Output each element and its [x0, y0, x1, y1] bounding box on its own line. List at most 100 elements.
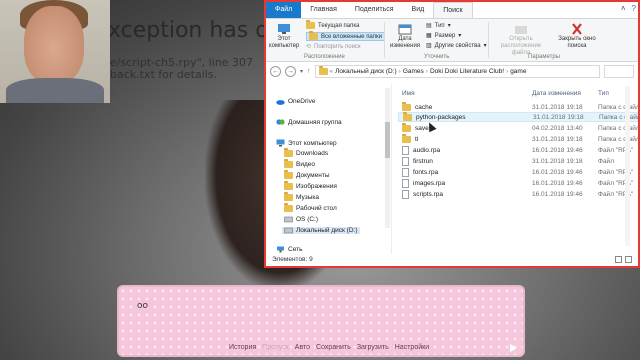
ribbon-tabs: Файл Главная Поделиться Вид Поиск ˄ ?	[266, 2, 638, 18]
file-date: 31.01.2018 19:18	[532, 157, 583, 165]
open-location-button[interactable]: Открыть расположение файла	[492, 21, 550, 57]
large-icons-view-icon[interactable]	[625, 256, 632, 263]
breadcrumb-separator: ›	[425, 67, 428, 75]
current-folder-button[interactable]: Текущая папка	[306, 20, 359, 29]
file-explorer-window[interactable]: Файл Главная Поделиться Вид Поиск ˄ ? Эт…	[264, 0, 640, 268]
nav-item-network[interactable]: Сеть	[276, 246, 302, 253]
column-header-date[interactable]: Дата изменения	[532, 90, 581, 97]
all-subfolders-button[interactable]: Все вложенные папки	[306, 31, 385, 41]
column-header-name[interactable]: Имя	[402, 90, 415, 97]
other-props-button[interactable]: ▥ Другие свойства ▾	[426, 42, 487, 50]
network-icon	[277, 246, 284, 253]
search-again-button[interactable]: ⟲ Повторить поиск	[306, 43, 361, 51]
folder-icon	[284, 192, 293, 201]
nav-label: Домашняя группа	[288, 118, 342, 126]
status-bar: Элементов: 9	[266, 254, 638, 266]
file-icon	[402, 189, 409, 199]
quick-menu-load[interactable]: Загрузить	[357, 344, 389, 351]
nav-item-onedrive[interactable]: OneDrive	[276, 98, 315, 105]
nav-scrollbar-thumb[interactable]	[385, 122, 390, 158]
breadcrumb-games[interactable]: Games	[403, 68, 424, 75]
file-row[interactable]: cache 31.01.2018 19:18 Папка с файлами	[398, 101, 640, 112]
window-controls: ˄ ?	[621, 4, 636, 13]
file-date: 31.01.2018 19:18	[533, 113, 584, 121]
tab-search[interactable]: Поиск	[433, 2, 473, 18]
breadcrumb-game[interactable]: game	[510, 68, 526, 75]
tab-home[interactable]: Главная	[301, 2, 346, 18]
nav-item-drive-d[interactable]: Локальный диск (D:)	[282, 227, 360, 234]
nav-item-videos[interactable]: Видео	[284, 159, 315, 168]
nav-item-desktop[interactable]: Рабочий стол	[284, 203, 337, 212]
history-dropdown-icon[interactable]: ▾	[300, 68, 303, 75]
file-date: 16.01.2018 19:46	[532, 146, 583, 154]
continue-arrow-icon[interactable]	[510, 344, 517, 352]
address-bar[interactable]: « Локальный диск (D:) › Games › Doki Dok…	[314, 64, 600, 78]
quick-menu-skip[interactable]: Пропуск	[262, 344, 289, 351]
size-button[interactable]: ▦ Размер ▾	[426, 32, 462, 40]
change-date-button[interactable]: Дата изменения	[388, 21, 422, 50]
up-arrow-icon[interactable]: ↑	[307, 68, 311, 75]
file-row[interactable]: firstrun 31.01.2018 19:18 Файл	[398, 156, 638, 166]
file-name: fonts.rpa	[413, 168, 439, 176]
folder-icon	[402, 101, 411, 111]
search-input[interactable]	[604, 64, 634, 78]
type-button[interactable]: ▤ Тип ▾	[426, 22, 451, 30]
file-row[interactable]: fonts.rpa 16.01.2018 19:46 Файл "RPA"	[398, 167, 638, 177]
tab-file[interactable]: Файл	[266, 2, 302, 18]
help-icon[interactable]: ?	[632, 4, 636, 13]
tab-share[interactable]: Поделиться	[346, 2, 403, 18]
column-header-type[interactable]: Тип	[598, 90, 609, 97]
quick-menu: История Пропуск Авто Сохранить Загрузить…	[229, 344, 429, 351]
nav-item-documents[interactable]: Документы	[284, 170, 330, 179]
back-button[interactable]: ←	[270, 65, 281, 77]
folder-icon	[309, 31, 318, 40]
size-icon: ▦	[426, 33, 432, 39]
file-row[interactable]: scripts.rpa 16.01.2018 19:46 Файл "RPA"	[398, 189, 638, 199]
group-refine-label: Уточнить	[424, 54, 450, 60]
file-date: 04.02.2018 13:40	[532, 124, 583, 132]
quick-menu-settings[interactable]: Настройки	[395, 344, 429, 351]
drive-icon	[284, 227, 293, 234]
nav-item-pictures[interactable]: Изображения	[284, 181, 337, 190]
file-list: Имя Дата изменения Тип cache 31.01.2018 …	[396, 84, 638, 254]
file-row[interactable]: images.rpa 16.01.2018 19:46 Файл "RPA"	[398, 178, 638, 188]
close-search-button[interactable]: Закрыть окно поиска	[556, 21, 598, 50]
nav-label: Локальный диск (D:)	[296, 227, 358, 234]
folder-icon	[284, 181, 293, 190]
nav-item-this-pc[interactable]: Этот компьютер	[276, 139, 337, 147]
file-row[interactable]: audio.rpa 16.01.2018 19:46 Файл "RPA"	[398, 145, 638, 155]
details-view-icon[interactable]	[615, 256, 622, 263]
chevron-up-icon[interactable]: ˄	[621, 4, 626, 13]
nav-item-drive-c[interactable]: OS (C:)	[284, 216, 318, 223]
computer-icon	[278, 24, 290, 34]
group-location-label: Расположение	[304, 54, 345, 60]
file-icon	[402, 145, 409, 155]
breadcrumb-drive[interactable]: Локальный диск (D:)	[335, 68, 397, 75]
file-type: Папка с файлами	[598, 103, 640, 111]
navigation-pane: OneDrive Домашняя группа Этот компьютер …	[266, 84, 392, 254]
this-computer-button[interactable]: Этот компьютер	[269, 21, 299, 50]
search-again-label: Повторить поиск	[314, 43, 361, 50]
file-type: Папка с файлами	[598, 135, 640, 143]
folder-icon	[284, 170, 293, 179]
file-row[interactable]: tl 31.01.2018 19:18 Папка с файлами	[398, 133, 640, 144]
breadcrumb-ddlc[interactable]: Doki Doki Literature Club!	[430, 68, 504, 75]
forward-button[interactable]: →	[285, 65, 296, 77]
nav-item-homegroup[interactable]: Домашняя группа	[276, 118, 342, 126]
nav-item-downloads[interactable]: Downloads	[284, 148, 328, 157]
file-row[interactable]: python-packages 31.01.2018 19:18 Папка с…	[398, 111, 638, 122]
folder-icon	[284, 159, 293, 168]
folder-icon	[403, 111, 412, 121]
tab-view[interactable]: Вид	[403, 2, 434, 18]
quick-menu-auto[interactable]: Авто	[295, 344, 310, 351]
quick-menu-history[interactable]: История	[229, 344, 256, 351]
group-separator	[488, 22, 489, 58]
chevron-down-icon: ▾	[458, 33, 462, 39]
nav-scrollbar[interactable]	[385, 88, 390, 228]
file-name: firstrun	[413, 157, 433, 165]
nav-item-music[interactable]: Музыка	[284, 192, 319, 201]
error-title: xception has oc	[108, 18, 281, 43]
file-list-scrollbar[interactable]	[625, 86, 630, 246]
calendar-icon	[398, 24, 412, 35]
quick-menu-save[interactable]: Сохранить	[316, 344, 351, 351]
